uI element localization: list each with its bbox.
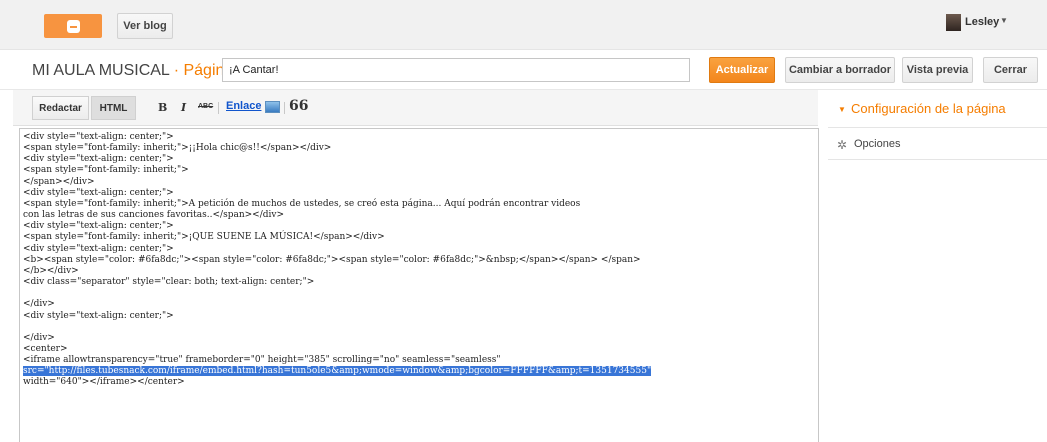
tab-html[interactable]: HTML [91, 96, 136, 120]
strikethrough-icon[interactable]: ABC [198, 103, 213, 110]
vista-previa-button[interactable]: Vista previa [902, 57, 973, 83]
code-line: <iframe allowtransparency="true" framebo… [23, 355, 501, 366]
blog-name: MI AULA MUSICAL [32, 62, 170, 79]
code-line: <div style="text-align: center;"> [23, 310, 174, 321]
toolbar-divider [284, 102, 285, 114]
code-line: <span style="font-family: inherit;">¡¡Ho… [23, 143, 332, 154]
code-line: <div style="text-align: center;"> [23, 154, 174, 165]
cambiar-borrador-button[interactable]: Cambiar a borrador [785, 57, 895, 83]
toolbar-divider [218, 102, 219, 114]
code-line: </b></div> [23, 265, 79, 276]
panel-divider [828, 127, 1047, 128]
top-bar: Ver blog Lesley ▼ [0, 0, 1047, 50]
html-editor[interactable]: <div style="text-align: center;"> <span s… [19, 128, 819, 442]
code-line: <span style="font-family: inherit;">¡QUE… [23, 232, 385, 243]
tab-redactar[interactable]: Redactar [32, 96, 89, 120]
avatar[interactable] [946, 14, 961, 31]
code-line: <b><span style="color: #6fa8dc;"><span s… [23, 254, 641, 265]
chevron-down-icon[interactable]: ▼ [1000, 16, 1008, 25]
user-name[interactable]: Lesley [965, 16, 999, 28]
image-icon[interactable] [265, 101, 280, 113]
code-line: con las letras de sus canciones favorita… [23, 210, 284, 221]
title-separator: · [173, 62, 180, 79]
text-selection: src="http://files.tubesnack.com/iframe/e… [23, 366, 652, 377]
cerrar-button[interactable]: Cerrar [983, 57, 1038, 83]
code-line: </div> [23, 332, 55, 343]
gear-icon: ✲ [837, 138, 848, 152]
code-line-selected: src="http://files.tubesnack.com/iframe/e… [23, 366, 815, 377]
code-line: </div> [23, 299, 55, 310]
link-button[interactable]: Enlace [226, 100, 261, 112]
actualizar-button[interactable]: Actualizar [709, 57, 775, 83]
code-line: <center> [23, 343, 68, 354]
code-line: <div class="separator" style="clear: bot… [23, 277, 315, 288]
ver-blog-button[interactable]: Ver blog [117, 13, 173, 39]
page-title-input[interactable] [222, 58, 690, 82]
code-line: <div style="text-align: center;"> [23, 132, 174, 142]
code-line: <div style="text-align: center;"> [23, 187, 174, 198]
italic-icon[interactable]: I [181, 101, 186, 114]
quote-icon[interactable]: 66 [289, 98, 308, 114]
code-area[interactable]: <div style="text-align: center;"> <span s… [20, 129, 818, 392]
code-line: <span style="font-family: inherit;">A pe… [23, 198, 581, 209]
page-settings-heading[interactable]: Configuración de la página [851, 101, 1006, 116]
opciones-item[interactable]: Opciones [854, 138, 900, 150]
blog-title: MI AULA MUSICAL · Página [32, 62, 233, 80]
code-line: <div style="text-align: center;"> [23, 243, 174, 254]
code-line: <div style="text-align: center;"> [23, 221, 174, 232]
code-line: width="640"></iframe></center> [23, 377, 185, 388]
chevron-down-icon[interactable]: ▼ [838, 105, 846, 114]
code-line: <span style="font-family: inherit;"> [23, 165, 189, 176]
panel-divider [828, 159, 1047, 160]
bold-icon[interactable]: B [158, 101, 167, 114]
editor-toolbar: Redactar HTML B I ABC Enlace 66 [13, 90, 818, 126]
code-line: </span></div> [23, 176, 95, 187]
blogger-logo-icon[interactable] [44, 14, 102, 38]
